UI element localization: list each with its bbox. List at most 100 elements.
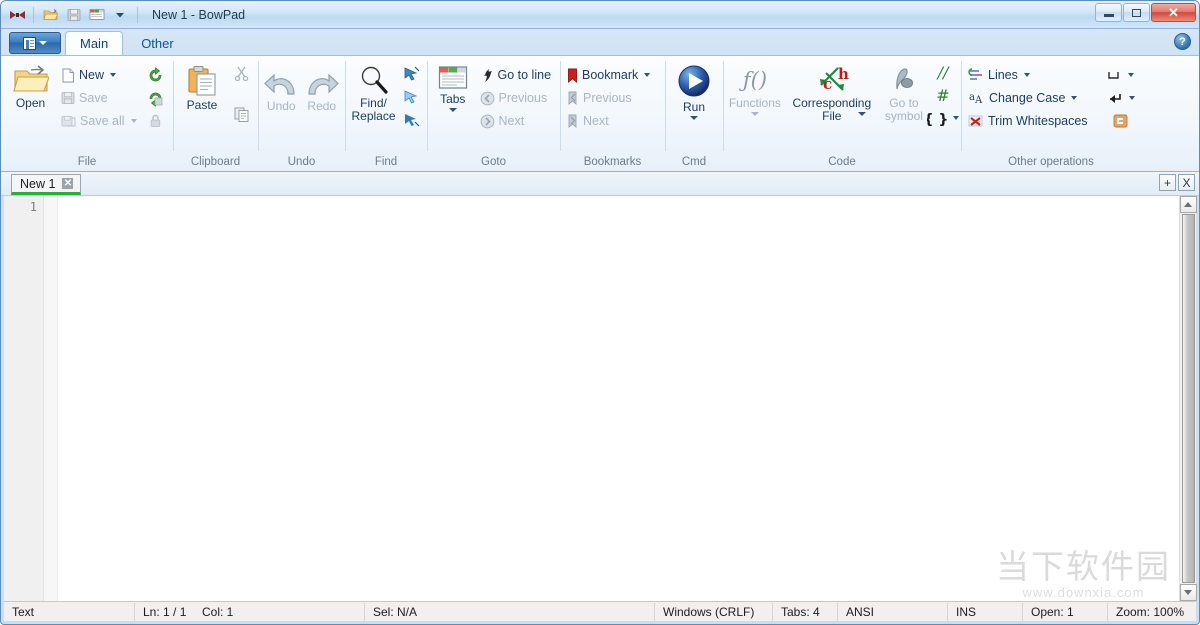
undo-button-label: Undo: [266, 99, 296, 113]
comment-line-button[interactable]: //: [931, 61, 955, 83]
redo-arrow-icon: [305, 71, 339, 98]
qat-separator: [33, 6, 34, 23]
bookmark-previous-button[interactable]: Previous: [564, 87, 661, 109]
cut-scissors-icon: [234, 66, 249, 81]
chevron-down-icon: [1071, 96, 1078, 100]
show-whitespace-button[interactable]: [1103, 64, 1137, 86]
scroll-down-button[interactable]: [1179, 584, 1197, 601]
tab-other[interactable]: Other: [127, 32, 188, 55]
close-button[interactable]: ✕: [1151, 3, 1196, 22]
show-eol-icon: [1106, 92, 1123, 105]
lines-icon: [968, 68, 984, 82]
svg-text:{ }: { }: [927, 112, 947, 126]
window-title: New 1 - BowPad: [152, 7, 246, 22]
fold-margin[interactable]: [44, 196, 58, 601]
document-tab-new-1[interactable]: New 1 ✕: [11, 174, 82, 195]
find-replace-button[interactable]: Find/Replace: [349, 60, 398, 123]
goto-next-button[interactable]: Next: [477, 110, 556, 132]
tab-close-icon[interactable]: ✕: [61, 177, 75, 190]
magnifier-icon: [358, 65, 390, 95]
cut-button[interactable]: [231, 62, 252, 84]
trim-whitespaces-button[interactable]: Trim Whitespaces: [965, 110, 1101, 132]
bookmark-next-button[interactable]: Next: [564, 110, 661, 132]
lock-button[interactable]: [146, 110, 165, 132]
ribbon-tab-bar: Main Other ?: [1, 29, 1199, 55]
maximize-button[interactable]: [1123, 3, 1150, 22]
svg-text://: //: [936, 65, 950, 80]
scrollbar-thumb[interactable]: [1181, 214, 1195, 583]
show-whitespace-icon: [1106, 69, 1122, 82]
find-previous-button[interactable]: [400, 85, 423, 107]
status-line-endings-label: Windows (CRLF): [663, 604, 755, 619]
find-all-button[interactable]: [400, 108, 423, 130]
vertical-scrollbar[interactable]: [1179, 196, 1197, 601]
document-tab-strip: New 1 ✕ + X: [1, 172, 1199, 196]
maximize-icon: [1132, 8, 1141, 17]
svg-text:h: h: [838, 65, 849, 83]
tabs-button[interactable]: Tabs: [431, 60, 475, 112]
status-tab-size-label: Tabs: 4: [781, 604, 820, 619]
undo-button[interactable]: Undo: [262, 66, 301, 112]
functions-fx-icon: ƒ(): [735, 65, 775, 95]
go-to-line-button[interactable]: Go to line: [477, 64, 556, 86]
show-eol-button[interactable]: [1103, 87, 1138, 109]
find-next-button[interactable]: [400, 62, 423, 84]
qat-dropdown-caret-icon[interactable]: [110, 5, 130, 25]
application-menu-button[interactable]: [9, 32, 61, 54]
bookmark-previous-label: Previous: [583, 91, 632, 105]
help-button[interactable]: ?: [1174, 33, 1191, 50]
change-case-button[interactable]: a A Change Case: [965, 87, 1101, 109]
status-encoding[interactable]: ANSI: [837, 602, 947, 621]
functions-button[interactable]: ƒ() Functions: [727, 60, 783, 116]
status-tab-size[interactable]: Tabs: 4: [772, 602, 837, 621]
reload-save-button[interactable]: [144, 87, 167, 109]
minimize-button[interactable]: [1095, 3, 1122, 22]
save-all-button[interactable]: Save all: [58, 110, 139, 132]
comment-block-button[interactable]: #: [931, 84, 955, 106]
new-button[interactable]: New: [58, 64, 139, 86]
next-circle-icon: [480, 114, 495, 129]
editor-area: 1: [1, 196, 1199, 601]
copy-icon: [234, 107, 250, 122]
corresponding-file-button[interactable]: c h Corresponding File: [785, 60, 879, 123]
chevron-down-icon: [1023, 73, 1030, 77]
chevron-down-icon: [644, 73, 651, 77]
group-label-file: File: [77, 156, 97, 168]
new-tab-button[interactable]: +: [1159, 174, 1176, 191]
bookmark-button[interactable]: Bookmark: [564, 64, 661, 86]
ribbon-group-clipboard: Paste Clipboard: [173, 56, 258, 171]
open-button[interactable]: Open: [5, 60, 56, 109]
redo-button[interactable]: Redo: [303, 66, 342, 112]
scroll-up-button[interactable]: [1179, 196, 1197, 213]
ribbon-group-cmd: Run Cmd: [665, 56, 723, 171]
run-button[interactable]: Run: [669, 60, 719, 120]
status-zoom-level[interactable]: Zoom: 100%: [1107, 602, 1196, 621]
status-line-position-label: Ln: 1 / 1: [143, 604, 187, 619]
reload-button[interactable]: [144, 64, 167, 86]
status-open-documents[interactable]: Open: 1: [1022, 602, 1107, 621]
save-button-label: Save: [79, 91, 108, 105]
status-document-type[interactable]: Text: [4, 603, 134, 621]
text-editor[interactable]: [58, 196, 1179, 601]
bookmark-label: Bookmark: [582, 68, 639, 82]
ribbon-group-code: ƒ() Functions c h Corresponding File Go …: [723, 56, 961, 171]
svg-text:#: #: [936, 88, 949, 103]
paste-button[interactable]: Paste: [177, 60, 227, 111]
tab-main[interactable]: Main: [65, 31, 124, 55]
save-button[interactable]: Save: [58, 87, 139, 109]
tabs-icon[interactable]: [87, 5, 107, 25]
save-icon[interactable]: [64, 5, 84, 25]
quick-access-toolbar: [9, 4, 142, 26]
lines-button[interactable]: Lines: [965, 64, 1101, 86]
close-tab-button[interactable]: X: [1178, 174, 1195, 191]
comment-hash-icon: #: [934, 88, 952, 103]
braces-button[interactable]: { }: [924, 107, 962, 129]
goto-symbol-button[interactable]: Go to symbol: [881, 60, 927, 123]
encoding-button[interactable]: [1110, 110, 1131, 132]
goto-previous-button[interactable]: Previous: [477, 87, 556, 109]
trim-whitespaces-icon: [968, 114, 984, 128]
copy-button[interactable]: [231, 103, 253, 125]
status-line-endings[interactable]: Windows (CRLF): [654, 602, 772, 621]
open-icon[interactable]: [41, 5, 61, 25]
status-insert-mode[interactable]: INS: [947, 602, 1022, 621]
